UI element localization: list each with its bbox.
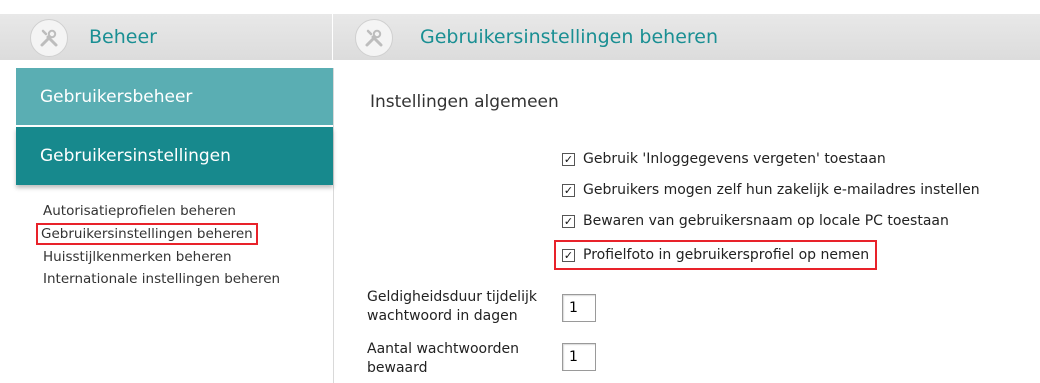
header-left: Beheer xyxy=(0,14,333,60)
checkbox-row[interactable]: ✓ Gebruik 'Inloggegevens vergeten' toest… xyxy=(562,148,886,170)
header-left-title: Beheer xyxy=(89,26,157,48)
aantal-wachtwoorden-input[interactable] xyxy=(562,343,596,371)
page-title: Gebruikersinstellingen beheren xyxy=(420,26,719,48)
checkbox[interactable]: ✓ xyxy=(562,152,575,166)
header-right: Gebruikersinstellingen beheren xyxy=(333,14,1040,60)
sidebar: Gebruikersbeheer Gebruikersinstellingen … xyxy=(0,68,334,383)
sidebar-item-gebruikersbeheer[interactable]: Gebruikersbeheer xyxy=(16,68,333,126)
sublink-gebruikersinstellingen-active[interactable]: Gebruikersinstellingen beheren xyxy=(36,223,258,245)
main-content: Instellingen algemeen ✓ Gebruik 'Inlogge… xyxy=(333,68,1040,383)
top-bar: Beheer Gebruikersinstellingen beheren xyxy=(0,0,1040,70)
checkbox-label: Gebruik 'Inloggegevens vergeten' toestaa… xyxy=(583,151,886,167)
checkbox-label: Profielfoto in gebruikersprofiel op neme… xyxy=(583,247,870,263)
checkbox-row-highlighted[interactable]: ✓ Profielfoto in gebruikersprofiel op ne… xyxy=(554,240,878,270)
sublink-huisstijlkenmerken[interactable]: Huisstijlkenmerken beheren xyxy=(38,246,237,268)
geldigheidsduur-input[interactable] xyxy=(562,294,596,322)
checkbox[interactable]: ✓ xyxy=(562,248,575,262)
checkbox-label: Gebruikers mogen zelf hun zakelijk e-mai… xyxy=(583,182,980,198)
section-title: Instellingen algemeen xyxy=(370,92,559,112)
checkbox[interactable]: ✓ xyxy=(562,183,575,197)
sidebar-item-label: Gebruikersbeheer xyxy=(40,86,193,107)
sublink-autorisatieprofielen[interactable]: Autorisatieprofielen beheren xyxy=(38,200,241,222)
sublink-internationale-instellingen[interactable]: Internationale instellingen beheren xyxy=(38,268,285,290)
field-label-geldigheidsduur: Geldigheidsduur tijdelijk wachtwoord in … xyxy=(367,289,537,324)
tools-icon xyxy=(355,19,393,57)
tools-icon xyxy=(30,19,68,57)
checkbox[interactable]: ✓ xyxy=(562,214,575,228)
checkbox-row[interactable]: ✓ Bewaren van gebruikersnaam op locale P… xyxy=(562,210,949,232)
checkbox-label: Bewaren van gebruikersnaam op locale PC … xyxy=(583,213,949,229)
field-label-aantal-wachtwoorden: Aantal wachtwoorden bewaard xyxy=(367,341,519,376)
sidebar-item-label: Gebruikersinstellingen xyxy=(40,146,231,166)
checkbox-row[interactable]: ✓ Gebruikers mogen zelf hun zakelijk e-m… xyxy=(562,179,980,201)
sidebar-sublinks: Autorisatieprofielen beheren Gebruikersi… xyxy=(36,200,328,290)
sidebar-item-gebruikersinstellingen[interactable]: Gebruikersinstellingen xyxy=(16,127,333,185)
